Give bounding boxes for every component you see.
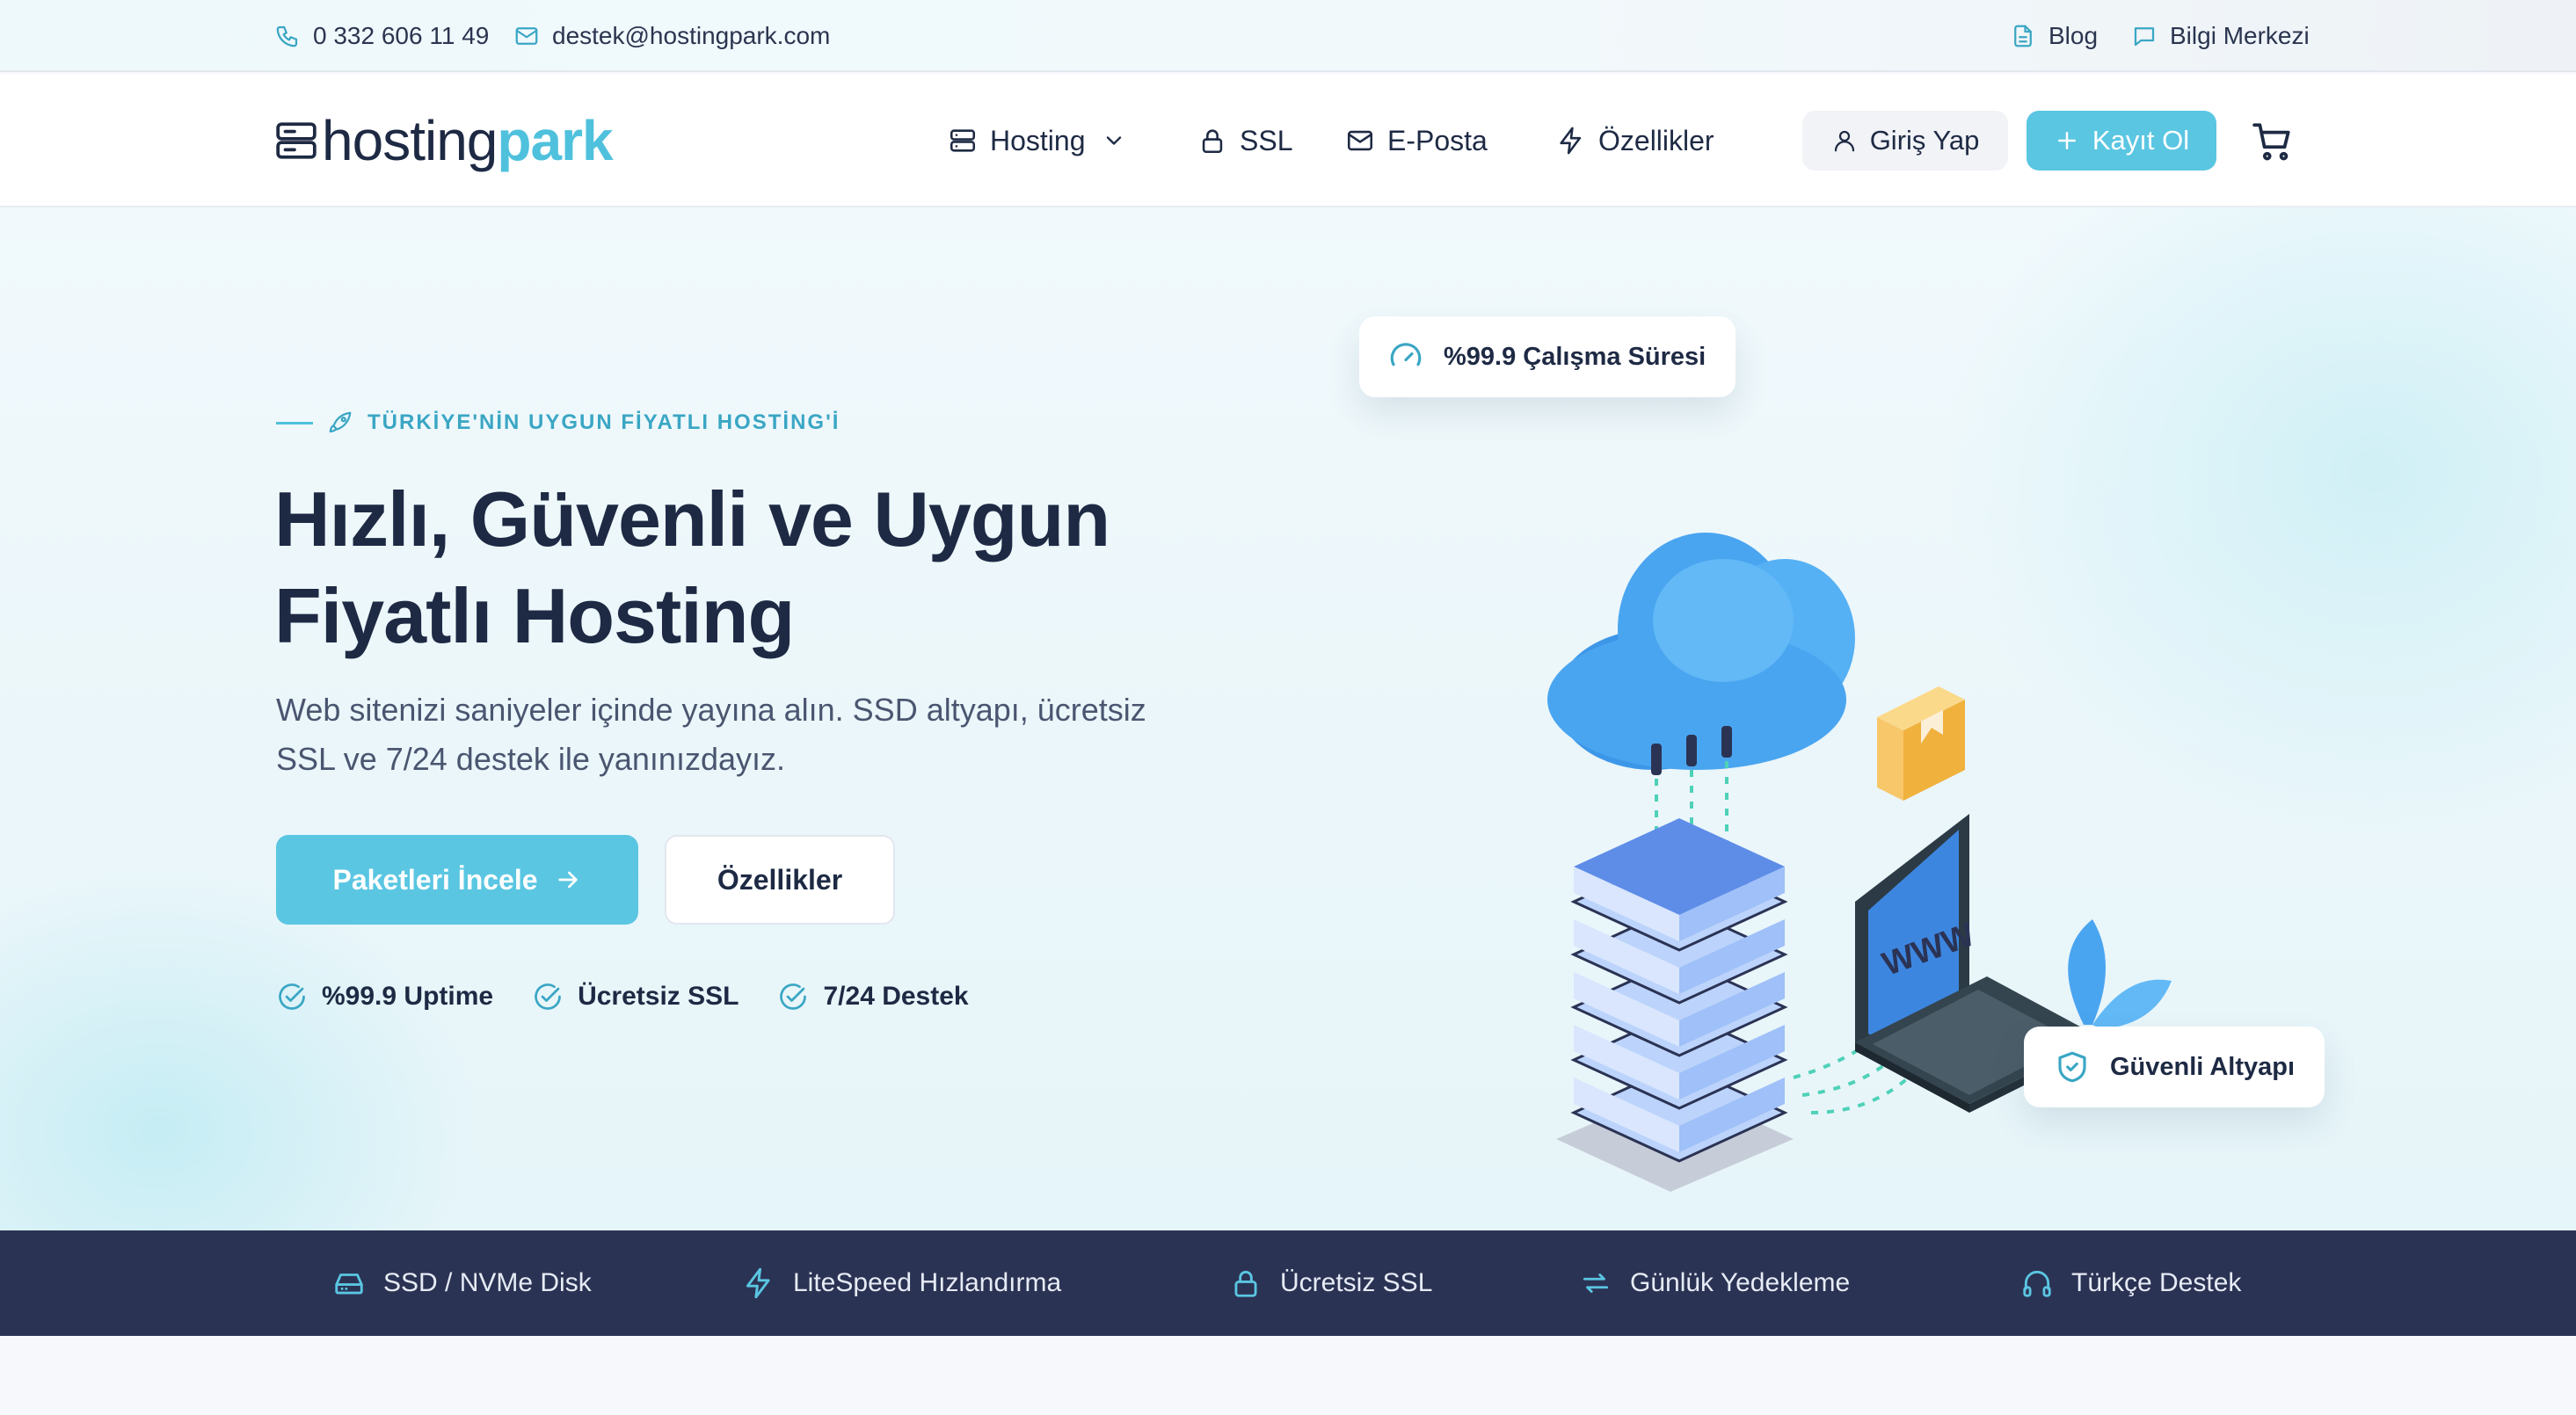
blog-link[interactable]: Blog <box>2010 0 2098 72</box>
top-info-bar: 0 332 606 11 49 destek@hostingpark.com B… <box>0 0 2576 72</box>
strip-item-backup: Günlük Yedekleme <box>1579 1230 1850 1336</box>
hero-feature-item: 7/24 Destek <box>777 981 969 1012</box>
strip-label: Günlük Yedekleme <box>1630 1268 1851 1297</box>
hero-eyebrow: TÜRKİYE'NİN UYGUN FİYATLI HOSTİNG'İ <box>276 410 840 436</box>
nav-ssl-label: SSL <box>1240 124 1293 156</box>
hero-title-line2: Fiyatlı Hosting <box>274 572 795 659</box>
email-link[interactable]: destek@hostingpark.com <box>513 0 830 72</box>
logo-text-hosting: hosting <box>322 109 498 172</box>
next-section-background <box>0 1336 2576 1415</box>
lightning-icon <box>1560 127 1582 155</box>
main-header: hosting park Hosting SSL E-Posta Özellik… <box>0 74 2576 207</box>
check-circle-icon <box>780 983 807 1010</box>
hero-subtitle-line1: Web sitenizi saniyeler içinde yayına alı… <box>276 692 1146 728</box>
nav-features-label: Özellikler <box>1598 124 1714 156</box>
feature-strip: SSD / NVMe Disk LiteSpeed Hızlandırma Üc… <box>0 1230 2576 1336</box>
nav-email-label: E-Posta <box>1387 124 1488 156</box>
nav-hosting[interactable]: Hosting <box>948 74 1126 207</box>
strip-item-ssl: Ücretsiz SSL <box>1229 1230 1432 1336</box>
mail-icon <box>515 27 538 45</box>
knowledge-base-link[interactable]: Bilgi Merkezi <box>2131 0 2310 72</box>
refresh-icon <box>1583 1274 1609 1293</box>
eyebrow-line <box>276 421 313 424</box>
rocket-icon <box>329 411 352 433</box>
hero-title-line1: Hızlı, Güvenli ve Uygun <box>274 475 1110 562</box>
strip-item-support: Türkçe Destek <box>2020 1230 2241 1336</box>
shield-check-icon <box>2058 1051 2086 1083</box>
hero-subtitle: Web sitenizi saniyeler içinde yayına alı… <box>276 686 1261 784</box>
package-icon <box>1877 686 1965 801</box>
lightning-icon <box>746 1267 770 1299</box>
uptime-badge: %99.9 Çalışma Süresi <box>1359 316 1736 397</box>
lock-icon <box>1234 1270 1257 1297</box>
nav-ssl[interactable]: SSL <box>1197 74 1292 207</box>
hero-feature-label: Ücretsiz SSL <box>578 982 739 1011</box>
uptime-badge-label: %99.9 Çalışma Süresi <box>1444 342 1706 371</box>
view-packages-label: Paketleri İncele <box>332 863 538 896</box>
strip-label: Ücretsiz SSL <box>1280 1268 1433 1297</box>
cloud-icon <box>1547 533 1855 867</box>
server-logo-icon <box>276 122 317 159</box>
login-label: Giriş Yap <box>1869 125 1980 156</box>
login-button[interactable]: Giriş Yap <box>1802 111 2008 171</box>
features-button-label: Özellikler <box>717 863 843 896</box>
eyebrow-text: TÜRKİYE'NİN UYGUN FİYATLI HOSTİNG'İ <box>367 410 840 434</box>
hard-drive-icon <box>335 1274 363 1295</box>
signup-label: Kayıt Ol <box>2092 125 2190 156</box>
phone-icon <box>276 25 298 47</box>
nav-features[interactable]: Özellikler <box>1556 74 1714 207</box>
secure-badge: Güvenli Altyapı <box>2024 1027 2325 1107</box>
strip-item-ssd: SSD / NVMe Disk <box>332 1230 592 1336</box>
strip-label: LiteSpeed Hızlandırma <box>793 1268 1062 1297</box>
server-stack-icon <box>1556 818 1794 1192</box>
document-icon <box>2014 25 2032 47</box>
hero-feature-item: Ücretsiz SSL <box>532 981 739 1012</box>
view-packages-button[interactable]: Paketleri İncele <box>276 835 638 925</box>
hero-subtitle-line2: SSL ve 7/24 destek ile yanınızdayız. <box>276 741 786 777</box>
lock-icon <box>1202 129 1223 154</box>
speedometer-icon <box>1390 343 1422 366</box>
check-circle-icon <box>535 983 561 1010</box>
strip-label: SSD / NVMe Disk <box>383 1268 592 1297</box>
signup-button[interactable]: Kayıt Ol <box>2027 111 2216 171</box>
email-text: destek@hostingpark.com <box>552 22 831 49</box>
cart-icon[interactable] <box>2251 120 2295 163</box>
secure-badge-label: Güvenli Altyapı <box>2110 1052 2296 1081</box>
hero-feature-label: 7/24 Destek <box>823 982 969 1011</box>
arrow-right-icon <box>557 871 578 889</box>
check-circle-icon <box>279 983 305 1010</box>
chevron-down-icon <box>1106 136 1121 145</box>
hero-feature-item: %99.9 Uptime <box>276 981 493 1012</box>
hero-feature-list: %99.9 Uptime Ücretsiz SSL 7/24 Destek <box>276 981 969 1012</box>
features-button[interactable]: Özellikler <box>665 835 895 925</box>
user-icon <box>1834 130 1854 152</box>
headphones-icon <box>2023 1270 2051 1297</box>
plus-icon <box>2057 132 2076 149</box>
nav-email[interactable]: E-Posta <box>1345 74 1488 207</box>
nav-hosting-label: Hosting <box>990 124 1086 156</box>
plant-icon <box>2068 919 2172 1029</box>
hero-feature-label: %99.9 Uptime <box>322 982 494 1011</box>
blog-text: Blog <box>2048 22 2099 49</box>
mail-icon <box>1347 130 1373 151</box>
phone-link[interactable]: 0 332 606 11 49 <box>274 0 489 72</box>
hero-title: Hızlı, Güvenli ve Uygun Fiyatlı Hosting <box>274 471 1329 664</box>
strip-item-litespeed: LiteSpeed Hızlandırma <box>742 1230 1061 1336</box>
chat-icon <box>2134 27 2155 47</box>
logo[interactable]: hosting park <box>274 100 614 181</box>
strip-label: Türkçe Destek <box>2071 1268 2242 1297</box>
knowledge-text: Bilgi Merkezi <box>2170 22 2310 49</box>
logo-text-park: park <box>497 109 613 172</box>
hero-section: TÜRKİYE'NİN UYGUN FİYATLI HOSTİNG'İ Hızl… <box>0 207 2576 1230</box>
phone-text: 0 332 606 11 49 <box>313 22 490 49</box>
server-icon <box>950 129 976 152</box>
